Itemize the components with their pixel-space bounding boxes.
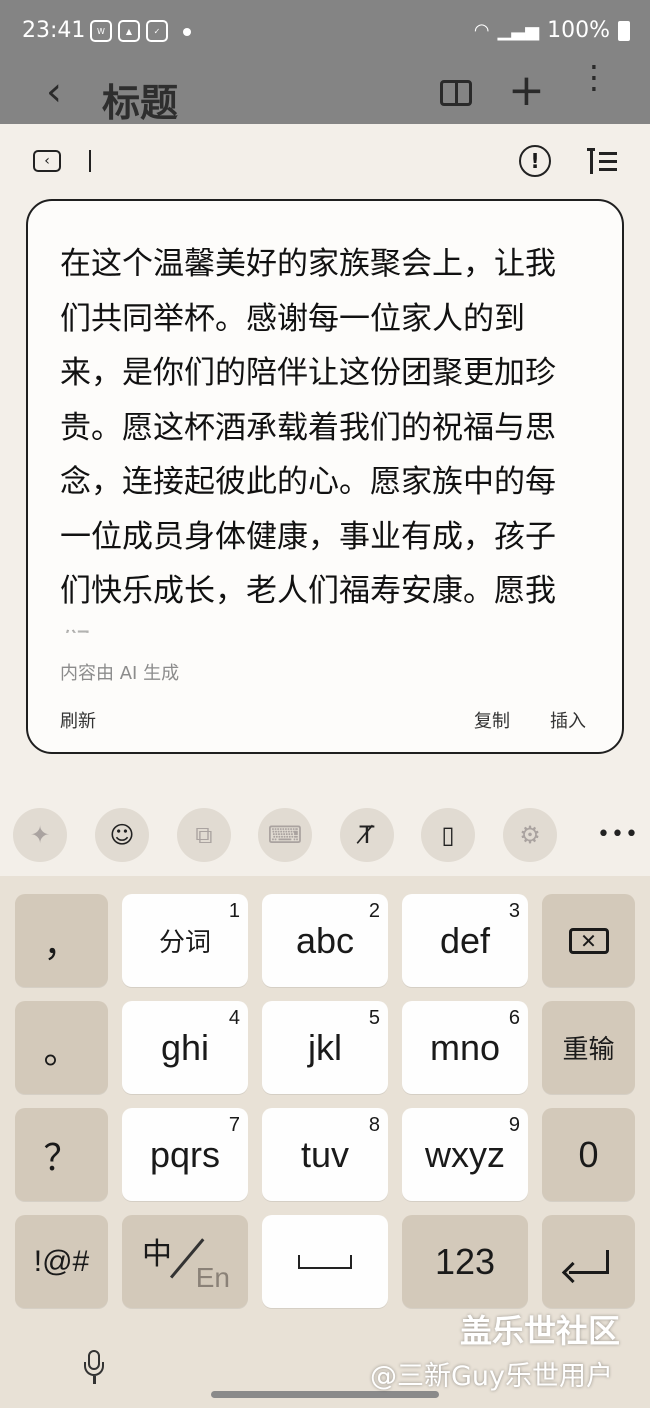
status-time: 23:41: [22, 18, 86, 43]
key-number: 8: [368, 1114, 380, 1136]
symbols-key[interactable]: !@#: [15, 1215, 108, 1308]
key-9[interactable]: wxyz 9: [402, 1108, 528, 1201]
status-bar: 23:41 W ▲ ✓ ◠ ▁▃▅ 100%: [0, 0, 650, 62]
key-label: 重输: [562, 1034, 615, 1064]
language-switch-key[interactable]: 中 En: [122, 1215, 248, 1308]
battery-icon: [618, 20, 630, 41]
key-label: ？: [43, 1136, 80, 1178]
wear-icon: W: [90, 20, 112, 42]
space-key[interactable]: [262, 1215, 388, 1308]
key-3[interactable]: def 3: [402, 894, 528, 987]
status-right: ◠ ▁▃▅ 100%: [474, 18, 630, 43]
copy-button[interactable]: 复制: [474, 707, 510, 733]
space-icon: [298, 1254, 352, 1269]
lang-zh-label: 中: [142, 1237, 172, 1272]
key-question[interactable]: ？: [15, 1108, 108, 1201]
key-1[interactable]: 分词 1: [122, 894, 248, 987]
gallery-icon: ▲: [118, 20, 140, 42]
enter-key[interactable]: [542, 1215, 635, 1308]
handwriting-icon[interactable]: T̸: [340, 808, 394, 862]
key-period[interactable]: 。: [15, 1001, 108, 1094]
key-2[interactable]: abc 2: [262, 894, 388, 987]
insert-button[interactable]: 插入: [550, 707, 586, 733]
more-horizontal-icon[interactable]: •••: [597, 822, 639, 847]
key-label: mno: [429, 1026, 501, 1068]
top-bar: 23:41 W ▲ ✓ ◠ ▁▃▅ 100% ‹ 标题 + ⋮: [0, 0, 650, 125]
lang-en-label: En: [195, 1262, 230, 1293]
key-label: tuv: [300, 1133, 350, 1175]
emoji-icon[interactable]: ☺: [95, 808, 149, 862]
keyboard-toolbar: ✦ ☺ ⧉ ⌨ T̸ ▯ ⚙ •••: [0, 808, 650, 868]
key-number: 6: [508, 1007, 520, 1029]
check-shield-icon: ✓: [146, 20, 168, 42]
ai-content-card: 在这个温馨美好的家族聚会上，让我们共同举杯。感谢每一位家人的到来，是你们的陪伴让…: [26, 199, 624, 754]
key-number: 9: [508, 1114, 520, 1136]
page-title: 标题: [102, 81, 179, 125]
book-icon[interactable]: [440, 80, 472, 106]
key-number: 4: [228, 1007, 240, 1029]
signal-icon: ▁▃▅: [497, 20, 540, 41]
key-label: wxyz: [425, 1133, 505, 1175]
wifi-icon: ◠: [473, 20, 490, 41]
key-label: 分词: [158, 927, 211, 957]
key-number: 7: [228, 1114, 240, 1136]
key-label: !@#: [33, 1244, 90, 1278]
key-label: jkl: [308, 1026, 342, 1068]
microphone-icon[interactable]: [84, 1350, 104, 1384]
retype-key[interactable]: 重输: [542, 1001, 635, 1094]
key-label: abc: [295, 919, 355, 961]
key-7[interactable]: pqrs 7: [122, 1108, 248, 1201]
key-label: 。: [43, 1029, 80, 1071]
translate-icon[interactable]: ⧉: [177, 808, 231, 862]
key-label: def: [439, 919, 491, 961]
plus-icon[interactable]: +: [508, 66, 545, 116]
keyboard-layout-icon[interactable]: ⌨: [258, 808, 312, 862]
ai-sparkle-icon[interactable]: ✦: [13, 808, 67, 862]
key-label: 0: [578, 1133, 599, 1175]
text-cursor: [89, 150, 91, 172]
watermark-user: @三新Guy乐世用户: [370, 1361, 614, 1392]
more-vertical-icon[interactable]: ⋮: [578, 61, 610, 93]
key-comma[interactable]: ，: [15, 894, 108, 987]
ai-generated-text: 在这个温馨美好的家族聚会上，让我们共同举杯。感谢每一位家人的到来，是你们的陪伴让…: [60, 246, 556, 633]
backspace-key[interactable]: ✕: [542, 894, 635, 987]
settings-icon[interactable]: ⚙: [503, 808, 557, 862]
key-4[interactable]: ghi 4: [122, 1001, 248, 1094]
collapse-toolbar-icon[interactable]: ‹: [33, 150, 61, 172]
key-8[interactable]: tuv 8: [262, 1108, 388, 1201]
key-number: 1: [228, 900, 240, 922]
chevron-left-icon[interactable]: ‹: [46, 72, 62, 112]
ai-source-label: 内容由 AI 生成: [60, 663, 180, 684]
key-label: pqrs: [149, 1133, 221, 1175]
watermark-title: 盖乐世社区: [460, 1312, 621, 1350]
key-label: ghi: [160, 1026, 210, 1068]
numbers-key[interactable]: 123: [402, 1215, 528, 1308]
key-6[interactable]: mno 6: [402, 1001, 528, 1094]
key-label: 123: [434, 1240, 496, 1282]
key-number: 3: [508, 900, 520, 922]
format-list-icon[interactable]: [587, 146, 617, 176]
alert-circle-icon[interactable]: !: [519, 145, 551, 177]
clipboard-icon[interactable]: ▯: [421, 808, 475, 862]
text-fade: [28, 611, 622, 641]
key-number: 2: [368, 900, 380, 922]
backspace-icon: ✕: [568, 927, 609, 954]
key-5[interactable]: jkl 5: [262, 1001, 388, 1094]
battery-percent: 100%: [547, 18, 610, 43]
key-number: 5: [368, 1007, 380, 1029]
notification-dot: [183, 28, 191, 36]
refresh-button[interactable]: 刷新: [60, 707, 96, 733]
enter-icon: [568, 1249, 609, 1274]
key-0[interactable]: 0: [542, 1108, 635, 1201]
key-label: ，: [43, 922, 80, 964]
